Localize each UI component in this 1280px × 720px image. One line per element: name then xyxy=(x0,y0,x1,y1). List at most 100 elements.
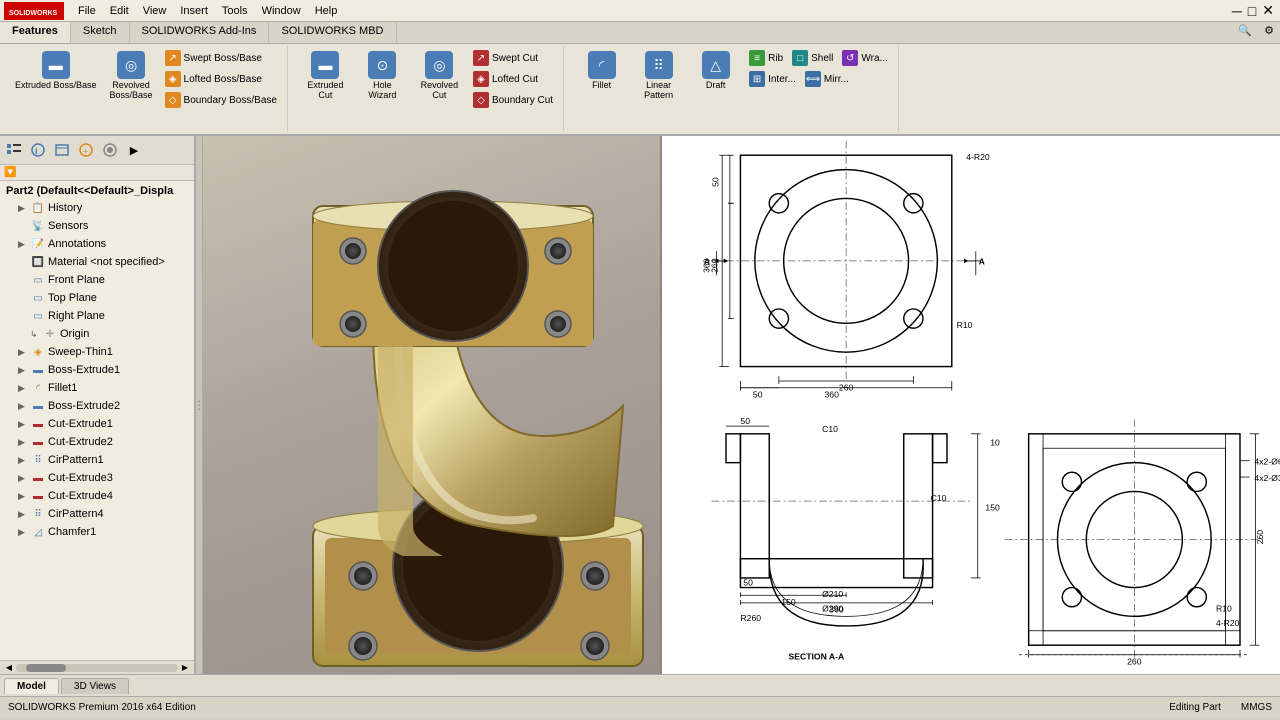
tree-item-chamfer1[interactable]: ▶ ◿ Chamfer1 xyxy=(2,523,192,541)
tree-item-cirpattern1[interactable]: ▶ ⠿ CirPattern1 xyxy=(2,451,192,469)
window-minimize-icon[interactable]: ─ xyxy=(1230,1,1244,21)
boundary-cut-label: Boundary Cut xyxy=(492,95,553,106)
tab-sketch[interactable]: Sketch xyxy=(71,22,130,43)
window-close-icon[interactable]: ✕ xyxy=(1260,0,1276,21)
cut-extrude3-icon: ▬ xyxy=(30,470,46,486)
history-icon: 📋 xyxy=(30,200,46,216)
scroll-thumb[interactable] xyxy=(26,664,66,672)
window-maximize-icon[interactable]: □ xyxy=(1246,1,1258,21)
swept-cut-button[interactable]: ↗ Swept Cut xyxy=(469,48,557,68)
panel-expand-icon[interactable]: ▶ xyxy=(123,139,145,161)
draft-button[interactable]: △ Draft xyxy=(688,48,743,130)
ribbon-settings-icon[interactable]: ⚙ xyxy=(1258,22,1280,43)
dim10: 10 xyxy=(990,437,1000,447)
fillet1-label: Fillet1 xyxy=(48,382,77,394)
tab-3d-views[interactable]: 3D Views xyxy=(61,678,129,694)
boundary-cut-button[interactable]: ◇ Boundary Cut xyxy=(469,90,557,110)
tree-item-right-plane[interactable]: ▭ Right Plane xyxy=(2,307,192,325)
menu-file[interactable]: File xyxy=(72,3,102,19)
ribbon-content: ▬ Extruded Boss/Base ◎ RevolvedBoss/Base… xyxy=(0,44,1280,134)
tree-item-cut-extrude3[interactable]: ▶ ▬ Cut-Extrude3 xyxy=(2,469,192,487)
fillet1-icon: ◜ xyxy=(30,380,46,396)
tree-item-cut-extrude4[interactable]: ▶ ▬ Cut-Extrude4 xyxy=(2,487,192,505)
cut-extrude4-label: Cut-Extrude4 xyxy=(48,490,113,502)
expand-chamfer1-icon: ▶ xyxy=(18,527,28,538)
swept-boss-base-button[interactable]: ↗ Swept Boss/Base xyxy=(161,48,281,68)
ribbon-group-features: ◜ Fillet ⠿ LinearPattern △ Draft ≡ Rib □ xyxy=(568,46,899,132)
cut-extrude4-icon: ▬ xyxy=(30,488,46,504)
menu-help[interactable]: Help xyxy=(309,3,344,19)
intersect-icon: ⊞ xyxy=(749,71,765,87)
extruded-cut-button[interactable]: ▬ ExtrudedCut xyxy=(298,48,353,130)
tree-item-material[interactable]: 🔲 Material <not specified> xyxy=(2,253,192,271)
dim260-right: 260 xyxy=(1255,530,1265,545)
revolved-boss-base-button[interactable]: ◎ RevolvedBoss/Base xyxy=(104,48,159,130)
rib-button[interactable]: ≡ Rib □ Shell ↺ Wra... xyxy=(745,48,892,68)
tree-item-sensors[interactable]: 📡 Sensors xyxy=(2,217,192,235)
tree-item-boss-extrude2[interactable]: ▶ ▬ Boss-Extrude2 xyxy=(2,397,192,415)
left-panel-scrollbar[interactable]: ◀ ▶ xyxy=(0,660,194,674)
boundary-boss-base-button[interactable]: ◇ Boundary Boss/Base xyxy=(161,90,281,110)
linear-pattern-button[interactable]: ⠿ LinearPattern xyxy=(631,48,686,130)
featuremanager-icon[interactable] xyxy=(3,139,25,161)
display-manager-icon[interactable] xyxy=(99,139,121,161)
tab-features[interactable]: Features xyxy=(0,22,71,43)
ribbon-search-icon[interactable]: 🔍 xyxy=(1232,22,1258,43)
expand-origin-icon: ↳ xyxy=(30,329,40,340)
boundary-boss-base-icon: ◇ xyxy=(165,92,181,108)
tree-item-cirpattern4[interactable]: ▶ ⠿ CirPattern4 xyxy=(2,505,192,523)
configmanager-icon[interactable] xyxy=(51,139,73,161)
menu-view[interactable]: View xyxy=(137,3,173,19)
sweep-thin1-label: Sweep-Thin1 xyxy=(48,346,113,358)
tree-item-annotations[interactable]: ▶ 📝 Annotations xyxy=(2,235,192,253)
expand-cir4-icon: ▶ xyxy=(18,509,28,520)
tree-item-origin[interactable]: ↳ ✛ Origin xyxy=(2,325,192,343)
scroll-left-arrow[interactable]: ◀ xyxy=(2,661,16,675)
boss-extrude2-label: Boss-Extrude2 xyxy=(48,400,120,412)
panel-filter-bar: 🔽 xyxy=(0,165,194,181)
r260-label: R260 xyxy=(740,613,761,623)
r20-side-label: 4-R20 xyxy=(1216,618,1240,628)
menu-edit[interactable]: Edit xyxy=(104,3,135,19)
statusbar: SOLIDWORKS Premium 2016 x64 Edition Edit… xyxy=(0,696,1280,718)
tab-mbd[interactable]: SOLIDWORKS MBD xyxy=(269,22,396,43)
tab-addins[interactable]: SOLIDWORKS Add-Ins xyxy=(130,22,270,43)
tree-item-history[interactable]: ▶ 📋 History xyxy=(2,199,192,217)
fillet-button[interactable]: ◜ Fillet xyxy=(574,48,629,130)
chamfer1-icon: ◿ xyxy=(30,524,46,540)
tree-item-fillet1[interactable]: ▶ ◜ Fillet1 xyxy=(2,379,192,397)
menu-tools[interactable]: Tools xyxy=(216,3,254,19)
lofted-cut-button[interactable]: ◈ Lofted Cut xyxy=(469,69,557,89)
menu-window[interactable]: Window xyxy=(256,3,307,19)
intersect-button[interactable]: ⊞ Inter... ⟺ Mirr... xyxy=(745,69,892,89)
lofted-boss-base-button[interactable]: ◈ Lofted Boss/Base xyxy=(161,69,281,89)
menu-insert[interactable]: Insert xyxy=(174,3,214,19)
expand-cut2-icon: ▶ xyxy=(18,437,28,448)
tree-item-cut-extrude1[interactable]: ▶ ▬ Cut-Extrude1 xyxy=(2,415,192,433)
scroll-track[interactable] xyxy=(16,664,178,672)
expand-cut4-icon: ▶ xyxy=(18,491,28,502)
revolved-cut-icon: ◎ xyxy=(425,51,453,79)
dimxpert-icon[interactable]: + xyxy=(75,139,97,161)
extruded-boss-base-button[interactable]: ▬ Extruded Boss/Base xyxy=(10,48,102,130)
top-plane-icon: ▭ xyxy=(30,290,46,306)
tab-model[interactable]: Model xyxy=(4,678,59,694)
expand-history-icon: ▶ xyxy=(18,203,28,214)
scroll-right-arrow[interactable]: ▶ xyxy=(178,661,192,675)
linear-pattern-icon: ⠿ xyxy=(645,51,673,79)
main-area: i + ▶ 🔽 Part2 (Default<<Default>_Displa … xyxy=(0,136,1280,674)
panel-resize-handle[interactable] xyxy=(195,136,203,674)
tree-item-top-plane[interactable]: ▭ Top Plane xyxy=(2,289,192,307)
expand-annotations-icon: ▶ xyxy=(18,239,28,250)
rib-label: Rib xyxy=(768,53,783,64)
tree-item-cut-extrude2[interactable]: ▶ ▬ Cut-Extrude2 xyxy=(2,433,192,451)
propertymanager-icon[interactable]: i xyxy=(27,139,49,161)
tree-item-front-plane[interactable]: ▭ Front Plane xyxy=(2,271,192,289)
3d-viewport[interactable] xyxy=(203,136,660,674)
3d-model-view xyxy=(213,146,660,674)
tree-item-boss-extrude1[interactable]: ▶ ▬ Boss-Extrude1 xyxy=(2,361,192,379)
svg-text:SOLIDWORKS: SOLIDWORKS xyxy=(9,10,58,17)
revolved-cut-button[interactable]: ◎ RevolvedCut xyxy=(412,48,467,130)
hole-wizard-button[interactable]: ⊙ HoleWizard xyxy=(355,48,410,130)
tree-item-sweep-thin1[interactable]: ▶ ◈ Sweep-Thin1 xyxy=(2,343,192,361)
